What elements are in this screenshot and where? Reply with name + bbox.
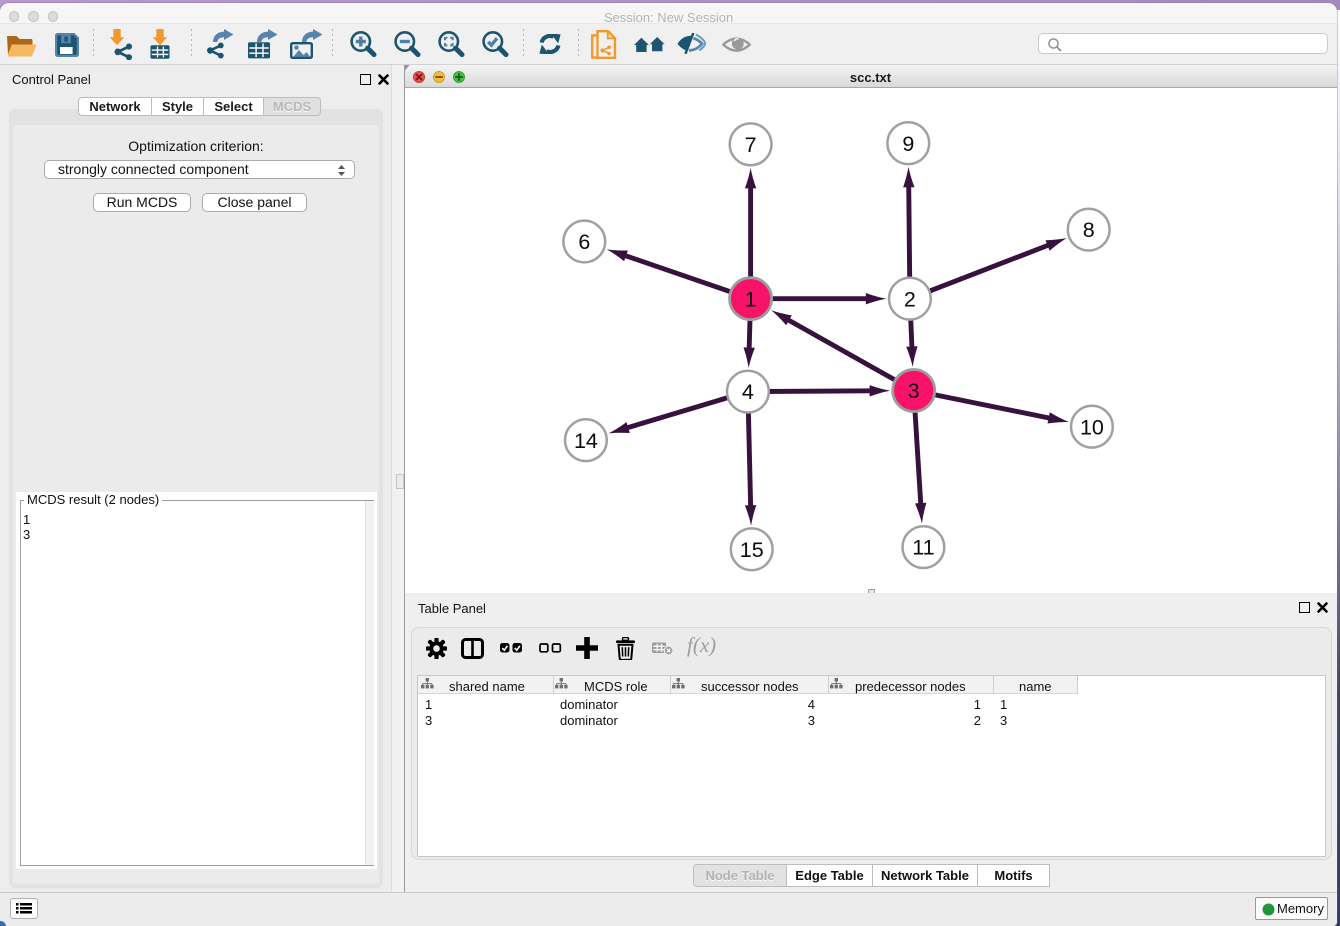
svg-text:4: 4 [742,380,754,404]
svg-text:11: 11 [912,536,934,560]
svg-text:14: 14 [574,429,598,453]
svg-text:8: 8 [1083,218,1095,242]
svg-text:3: 3 [908,379,920,403]
svg-text:6: 6 [578,230,590,254]
svg-text:7: 7 [745,133,757,157]
svg-text:15: 15 [740,538,764,562]
svg-text:9: 9 [902,132,914,156]
svg-text:10: 10 [1080,415,1104,439]
svg-text:1: 1 [745,287,757,311]
svg-text:2: 2 [904,287,916,311]
